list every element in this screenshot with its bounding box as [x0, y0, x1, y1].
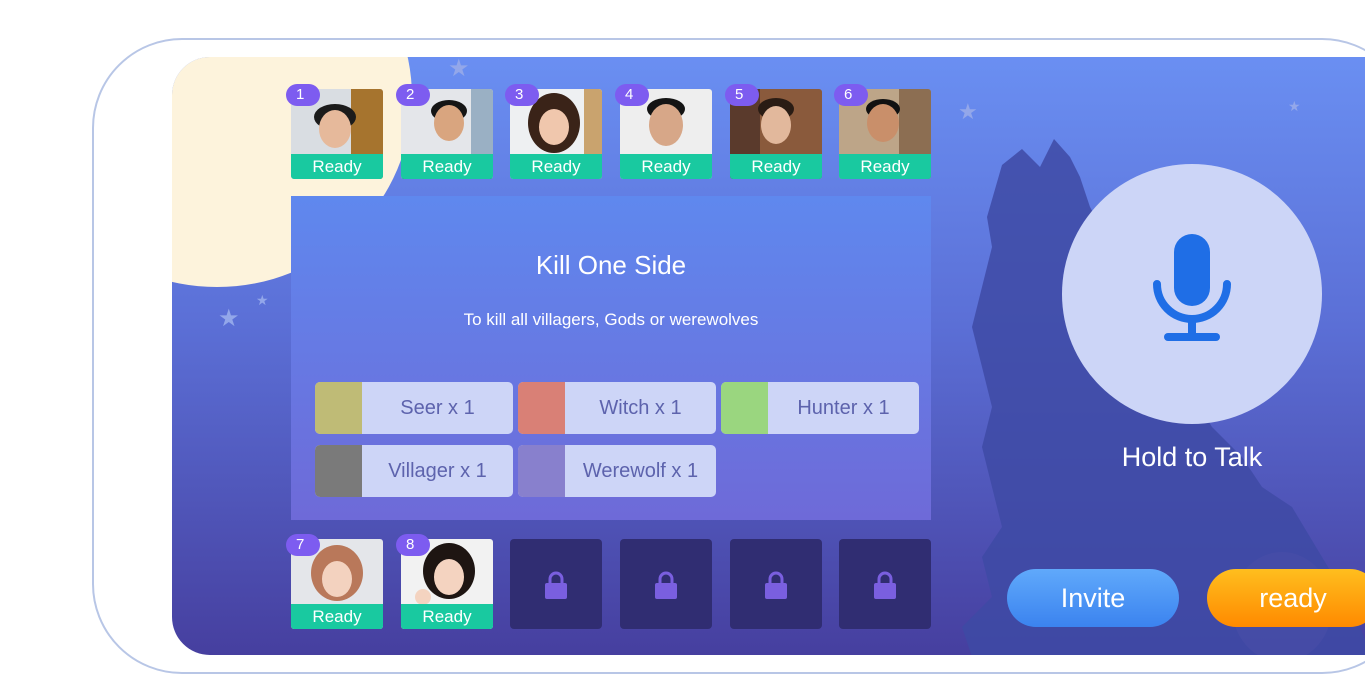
player-seat-2[interactable]: Ready 2	[396, 84, 493, 179]
invite-button[interactable]: Invite	[1007, 569, 1179, 627]
seat-number: 4	[615, 84, 649, 106]
game-rules-panel: Kill One Side To kill all villagers, God…	[291, 196, 931, 520]
star-icon: ★	[958, 99, 978, 124]
seat-number: 2	[396, 84, 430, 106]
seat-number: 3	[505, 84, 539, 106]
locked-seat[interactable]	[730, 539, 822, 629]
player-seat-5[interactable]: Ready 5	[725, 84, 822, 179]
role-swatch	[315, 445, 362, 497]
role-witch: Witch x 1	[518, 382, 716, 434]
status-label: Ready	[620, 154, 712, 179]
locked-seat[interactable]	[620, 539, 712, 629]
player-seat-6[interactable]: Ready 6	[834, 84, 931, 179]
role-label: Werewolf x 1	[582, 460, 699, 482]
status-label: Ready	[401, 154, 493, 179]
star-icon: ★	[218, 305, 240, 332]
seat-number: 8	[396, 534, 430, 556]
status-label: Ready	[291, 604, 383, 629]
lock-icon	[874, 571, 896, 599]
locked-seat[interactable]	[839, 539, 931, 629]
role-label: Seer x 1	[400, 397, 475, 419]
role-seer: Seer x 1	[315, 382, 513, 434]
lock-icon	[655, 571, 677, 599]
role-hunter: Hunter x 1	[721, 382, 919, 434]
seat-number: 1	[286, 84, 320, 106]
player-seat-7[interactable]: Ready 7	[286, 534, 383, 629]
microphone-icon	[1153, 234, 1231, 341]
status-label: Ready	[401, 604, 493, 629]
role-label: Hunter x 1	[797, 397, 890, 419]
panel-title: Kill One Side	[535, 250, 687, 280]
player-seat-4[interactable]: Ready 4	[615, 84, 712, 179]
role-label: Witch x 1	[599, 397, 682, 419]
player-seat-3[interactable]: Ready 3	[505, 84, 602, 179]
role-swatch	[721, 382, 768, 434]
lock-icon	[765, 571, 787, 599]
player-seat-8[interactable]: Ready 8	[396, 534, 493, 629]
locked-seat[interactable]	[510, 539, 602, 629]
hold-to-talk-label: Hold to Talk	[1121, 442, 1263, 472]
player-seat-1[interactable]: Ready 1	[286, 84, 383, 179]
role-swatch	[518, 445, 565, 497]
status-label: Ready	[730, 154, 822, 179]
lock-icon	[545, 571, 567, 599]
ready-button[interactable]: ready	[1207, 569, 1365, 627]
status-label: Ready	[839, 154, 931, 179]
seat-number: 5	[725, 84, 759, 106]
seat-number: 6	[834, 84, 868, 106]
game-screen: ★ ★ ★ ★ ★ Ready 1 Ready 2 Ready 3 Ready …	[172, 57, 1365, 655]
role-swatch	[518, 382, 565, 434]
role-werewolf: Werewolf x 1	[518, 445, 716, 497]
star-icon: ★	[256, 292, 269, 308]
role-swatch	[315, 382, 362, 434]
status-label: Ready	[510, 154, 602, 179]
hold-to-talk-button[interactable]	[1062, 164, 1322, 424]
star-icon: ★	[1288, 98, 1301, 114]
status-label: Ready	[291, 154, 383, 179]
panel-subtitle: To kill all villagers, Gods or werewolve…	[463, 310, 759, 329]
role-villager: Villager x 1	[315, 445, 513, 497]
role-label: Villager x 1	[388, 460, 487, 482]
seat-number: 7	[286, 534, 320, 556]
star-icon: ★	[448, 57, 470, 82]
